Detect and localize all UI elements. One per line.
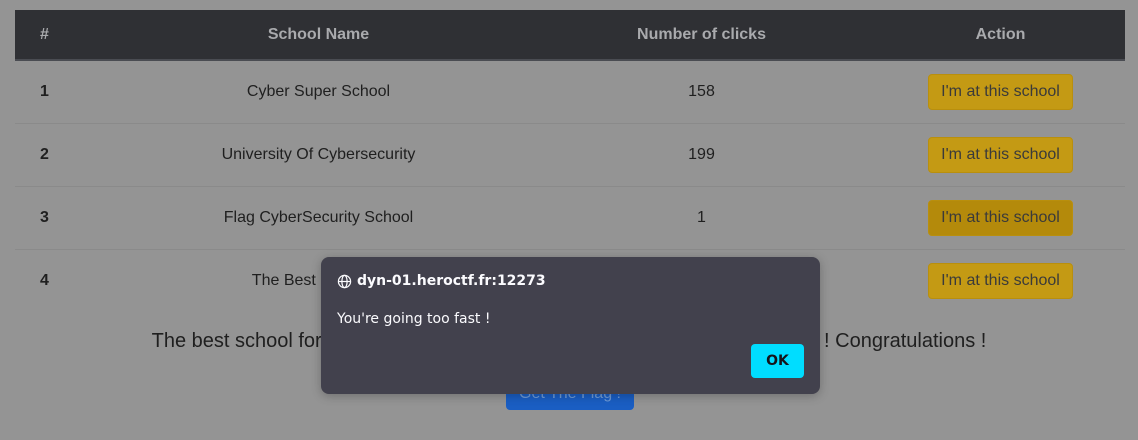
click-count: 158: [688, 82, 715, 100]
header-action: Action: [876, 10, 1125, 61]
table-row: 3 Flag CyberSecurity School 1 I'm at thi…: [15, 186, 1125, 249]
row-number: 4: [40, 271, 49, 289]
school-name: Cyber Super School: [246, 82, 391, 100]
dialog-message: You're going too fast !: [337, 311, 491, 327]
globe-icon: [337, 274, 352, 289]
row-number: 3: [40, 208, 49, 226]
row-number: 1: [40, 82, 49, 100]
school-name: University Of Cybersecurity: [221, 145, 416, 163]
select-school-button[interactable]: I'm at this school: [928, 136, 1073, 173]
school-name: Flag CyberSecurity School: [223, 208, 414, 226]
click-count: 199: [688, 145, 715, 163]
select-school-button[interactable]: I'm at this school: [928, 262, 1073, 299]
alert-dialog: dyn-01.heroctf.fr:12273 You're going too…: [321, 257, 820, 394]
click-count: 1: [697, 208, 706, 226]
ok-button[interactable]: OK: [751, 344, 804, 378]
select-school-button[interactable]: I'm at this school: [928, 199, 1073, 236]
table-header-row: # School Name Number of clicks Action: [15, 10, 1125, 61]
header-number: #: [15, 10, 110, 61]
header-clicks: Number of clicks: [527, 10, 876, 61]
header-school-name: School Name: [110, 10, 527, 61]
dialog-title: dyn-01.heroctf.fr:12273: [337, 273, 546, 289]
table-row: 1 Cyber Super School 158 I'm at this sch…: [15, 60, 1125, 123]
table-row: 2 University Of Cybersecurity 199 I'm at…: [15, 123, 1125, 186]
select-school-button[interactable]: I'm at this school: [928, 73, 1073, 110]
row-number: 2: [40, 145, 49, 163]
dialog-origin: dyn-01.heroctf.fr:12273: [357, 273, 546, 289]
